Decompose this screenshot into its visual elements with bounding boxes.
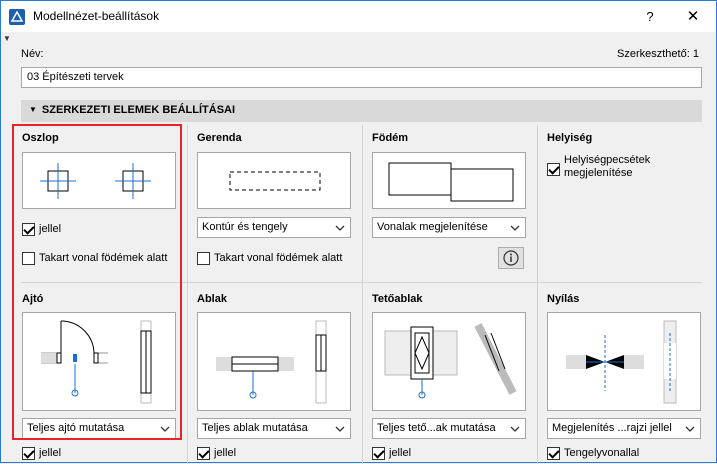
checkbox-checked[interactable]: [372, 447, 385, 460]
slab-preview-icon: [388, 162, 514, 202]
nyilas-dropdown-value: Megjelenítés ...rajzi jellel: [552, 422, 672, 434]
chevron-down-icon: [335, 225, 345, 231]
grid-divider: [537, 125, 538, 283]
beam-preview-icon: [229, 171, 321, 191]
ablak-jellel-label: jellel: [214, 447, 237, 459]
ablak-preview: [197, 312, 351, 411]
tetoablak-jellel-label: jellel: [389, 447, 412, 459]
nyilas-dropdown[interactable]: Megjelenítés ...rajzi jellel: [547, 418, 701, 439]
ablak-dropdown-value: Teljes ablak mutatása: [202, 422, 308, 434]
nyilas-title: Nyílás: [547, 293, 580, 305]
checkbox-checked[interactable]: [22, 447, 35, 460]
window-preview-icon: [216, 320, 327, 404]
gerenda-dropdown-value: Kontúr és tengely: [202, 221, 288, 233]
collapse-triangle-icon: ▼: [29, 105, 37, 114]
ablak-dropdown[interactable]: Teljes ablak mutatása: [197, 418, 351, 439]
chevron-down-icon: [335, 426, 345, 432]
tetoablak-title: Tetőablak: [372, 293, 423, 305]
fodem-dropdown-value: Vonalak megjelenítése: [377, 221, 488, 233]
ajto-jellel-label: jellel: [39, 447, 62, 459]
gerenda-preview: [197, 152, 351, 209]
gerenda-dropdown[interactable]: Kontúr és tengely: [197, 217, 351, 238]
help-button[interactable]: ?: [638, 7, 662, 27]
tetoablak-dropdown-value: Teljes tető...ak mutatása: [377, 422, 496, 434]
oszlop-highlight-frame: [12, 124, 182, 440]
app-icon: [9, 9, 25, 25]
editable-label: Szerkeszthető: 1: [617, 48, 699, 60]
opening-preview-icon: [566, 320, 677, 404]
chevron-down-icon: [685, 426, 695, 432]
checkbox-checked[interactable]: [547, 447, 560, 460]
window-title: Modellnézet-beállítások: [33, 9, 160, 23]
fodem-dropdown[interactable]: Vonalak megjelenítése: [372, 217, 526, 238]
fodem-preview: [372, 152, 526, 209]
section-header[interactable]: ▼ SZERKEZETI ELEMEK BEÁLLÍTÁSAI: [21, 100, 702, 122]
info-button[interactable]: [498, 247, 524, 269]
nyilas-tengely-label: Tengelyvonallal: [564, 447, 640, 459]
dialog-window: Modellnézet-beállítások ? ✕ ▼ Név: Szerk…: [0, 0, 717, 464]
helyiseg-pecset-checkbox[interactable]: Helyiségpecsétek megjelenítése: [547, 154, 697, 184]
helyiseg-pecset-label: Helyiségpecsétek megjelenítése: [564, 154, 651, 179]
helyiseg-title: Helyiség: [547, 132, 593, 144]
checkbox-checked[interactable]: [547, 163, 560, 176]
fodem-title: Födém: [372, 132, 409, 144]
nyilas-preview: [547, 312, 701, 411]
gerenda-takart-label: Takart vonal födémek alatt: [214, 252, 343, 264]
chevron-down-icon: [510, 426, 520, 432]
section-title: SZERKEZETI ELEMEK BEÁLLÍTÁSAI: [41, 104, 236, 116]
gerenda-title: Gerenda: [197, 132, 242, 144]
tetoablak-preview: [372, 312, 526, 411]
info-icon: [503, 250, 519, 266]
roof-window-preview-icon: [384, 323, 517, 399]
checkbox-checked[interactable]: [197, 447, 210, 460]
chevron-down-icon: [510, 225, 520, 231]
grid-divider: [362, 125, 363, 283]
checkbox-unchecked[interactable]: [197, 252, 210, 265]
grid-divider: [537, 283, 538, 464]
grid-divider: [187, 125, 188, 283]
ablak-title: Ablak: [197, 293, 227, 305]
tetoablak-dropdown[interactable]: Teljes tető...ak mutatása: [372, 418, 526, 439]
title-bar: Modellnézet-beállítások ? ✕: [1, 1, 716, 32]
corner-triangle-icon: ▼: [3, 34, 11, 43]
grid-divider: [362, 283, 363, 464]
close-button[interactable]: ✕: [681, 7, 705, 27]
grid-divider: [187, 283, 188, 464]
name-label: Név:: [21, 48, 44, 60]
name-input[interactable]: 03 Építészeti tervek: [21, 67, 702, 88]
